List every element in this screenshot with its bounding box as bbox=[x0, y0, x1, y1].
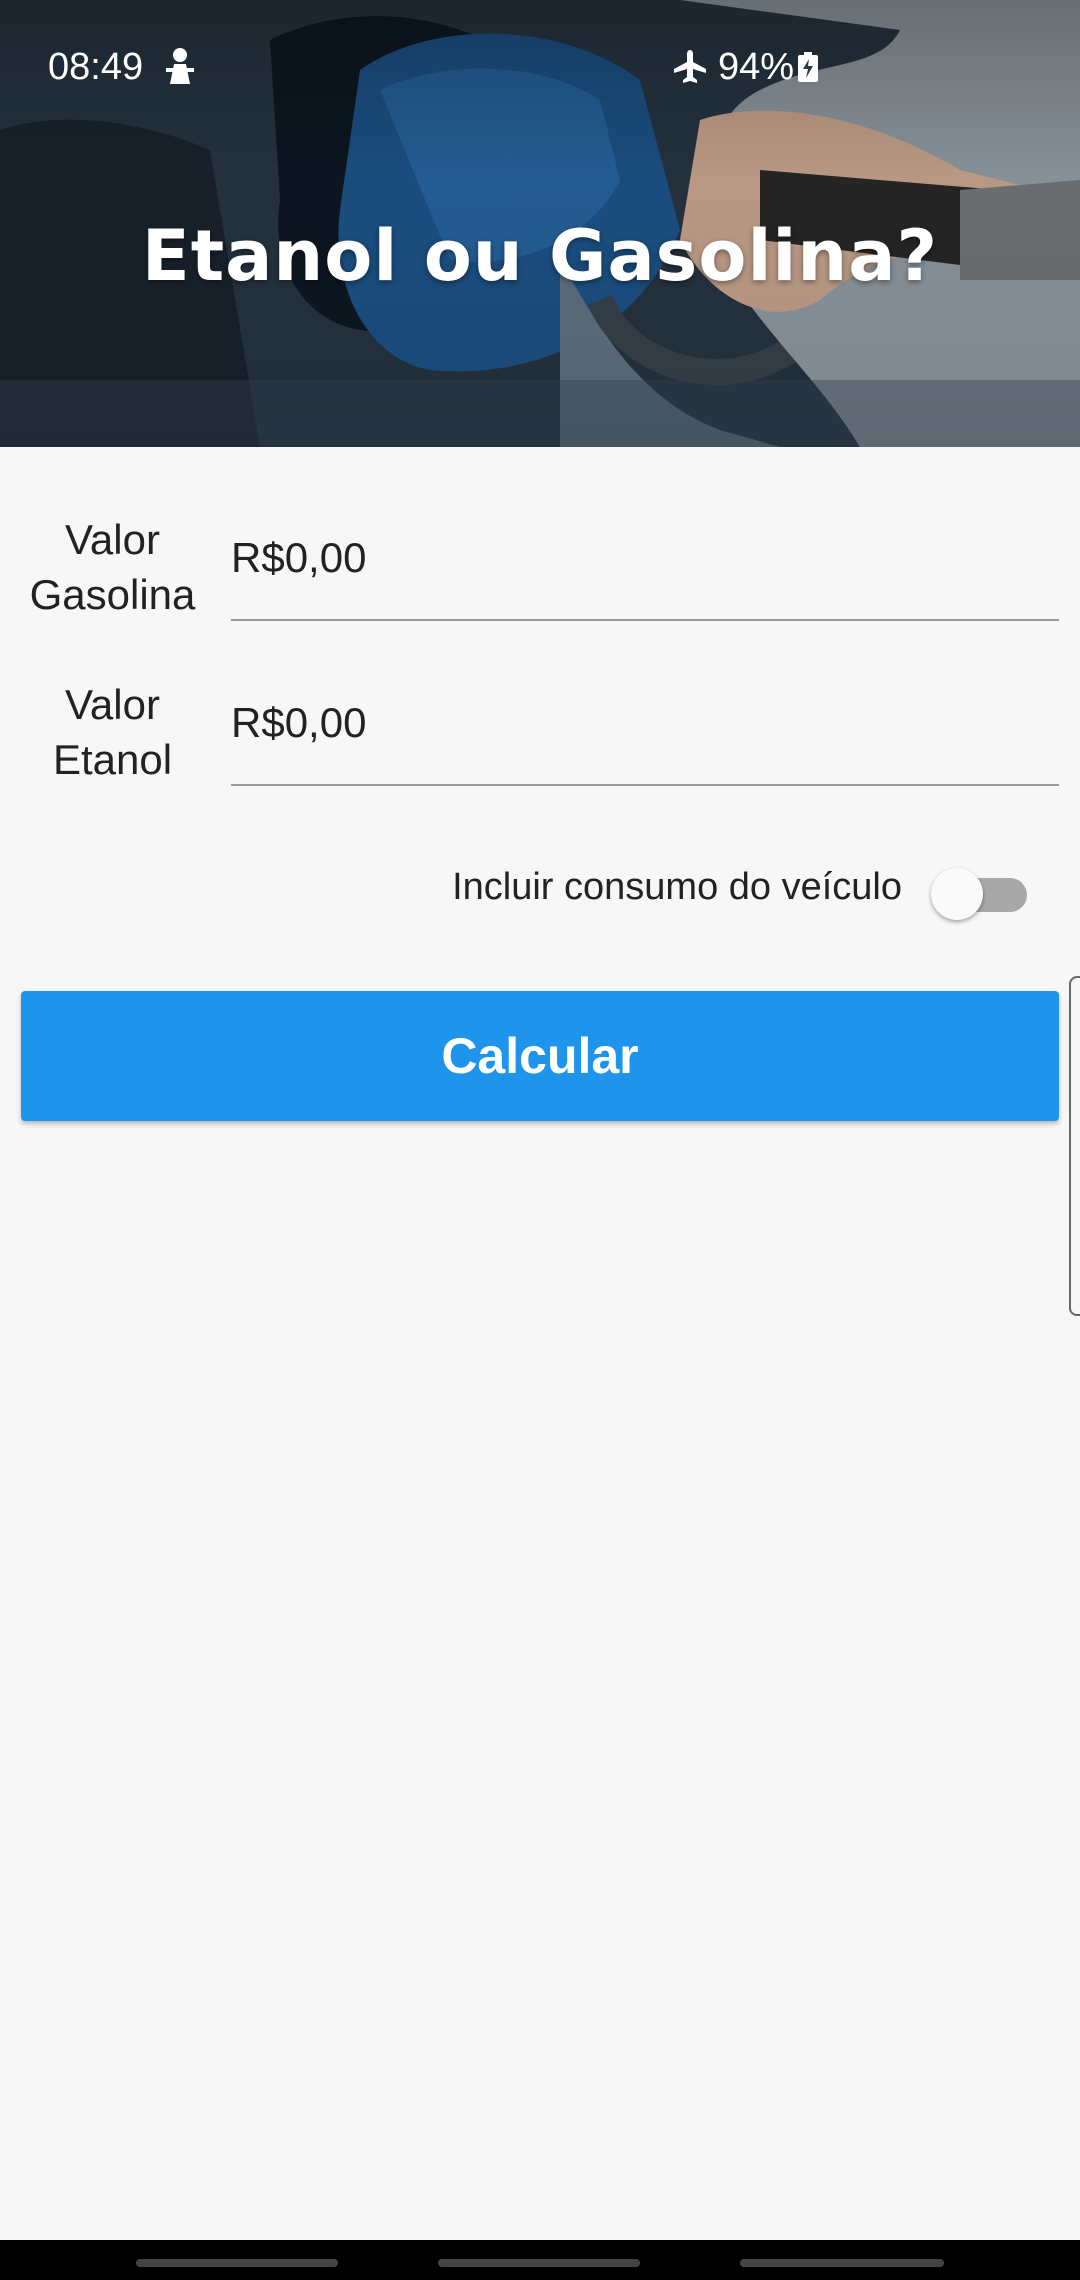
etanol-label-line2: Etanol bbox=[52, 736, 173, 783]
gasolina-label: Valor Gasolina bbox=[10, 512, 215, 622]
gasolina-input-underline bbox=[231, 619, 1059, 621]
scroll-indicator bbox=[1069, 976, 1080, 1316]
notification-icon bbox=[166, 48, 194, 84]
gasolina-field-row: Valor Gasolina R$0,00 bbox=[0, 508, 1080, 673]
etanol-field-row: Valor Etanol R$0,00 bbox=[0, 673, 1080, 838]
nav-handle-center[interactable] bbox=[438, 2259, 640, 2267]
etanol-input-underline bbox=[231, 784, 1059, 786]
navigation-bar bbox=[0, 2240, 1080, 2280]
etanol-label: Valor Etanol bbox=[10, 677, 215, 787]
switch-thumb[interactable] bbox=[931, 868, 983, 920]
gasolina-label-line2: Gasolina bbox=[29, 571, 196, 618]
consumo-switch[interactable] bbox=[925, 868, 1027, 920]
etanol-price-input[interactable]: R$0,00 bbox=[231, 699, 366, 747]
etanol-label-line1: Valor bbox=[65, 681, 160, 728]
page-title: Etanol ou Gasolina? bbox=[141, 215, 939, 297]
header-banner: 08:49 94% Etanol ou Gasolina? bbox=[0, 0, 1080, 447]
nav-handle-left[interactable] bbox=[136, 2259, 338, 2267]
battery-percentage: 94% bbox=[718, 46, 795, 88]
battery-charging-icon bbox=[798, 52, 818, 82]
gasolina-label-line1: Valor bbox=[65, 516, 160, 563]
consumo-toggle-row: Incluir consumo do veículo bbox=[0, 860, 1080, 920]
calcular-button[interactable]: Calcular bbox=[21, 991, 1059, 1121]
status-bar: 08:49 94% bbox=[0, 0, 1080, 110]
gasolina-price-input[interactable]: R$0,00 bbox=[231, 534, 366, 582]
nav-handle-right[interactable] bbox=[740, 2259, 944, 2267]
status-time: 08:49 bbox=[48, 46, 144, 88]
consumo-toggle-label: Incluir consumo do veículo bbox=[452, 866, 902, 908]
airplane-mode-icon bbox=[674, 50, 706, 83]
